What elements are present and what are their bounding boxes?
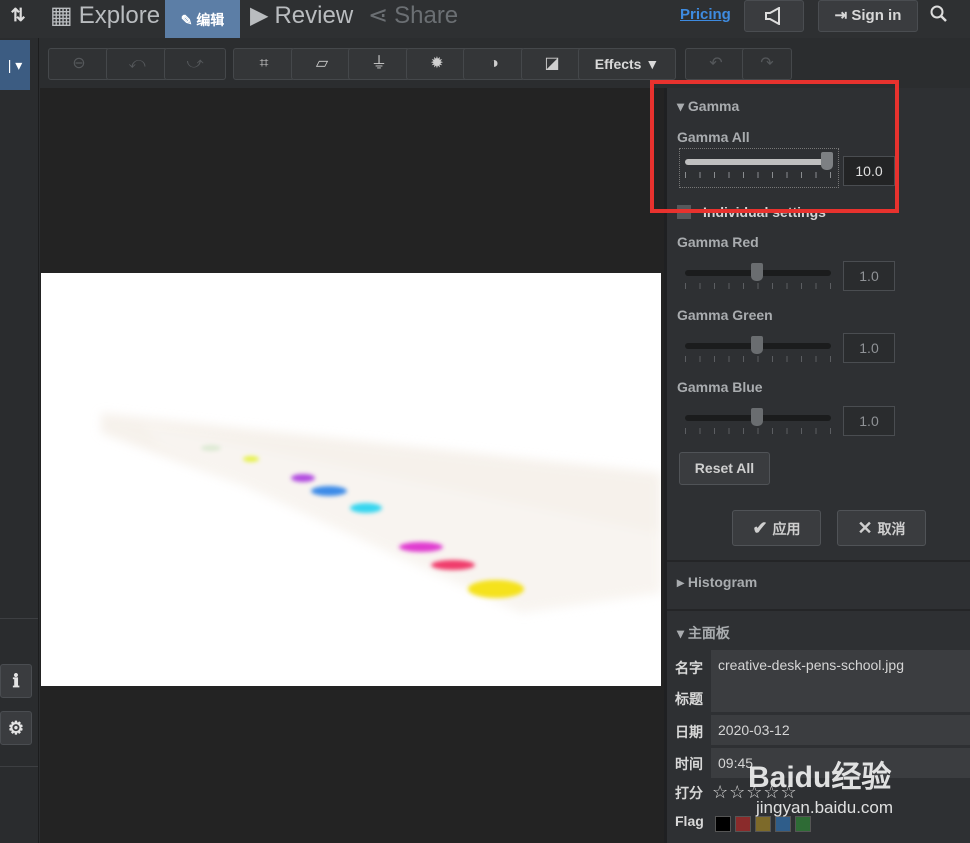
main-panel-section-header[interactable]: ▾ 主面板 bbox=[677, 623, 730, 643]
name-label: 名字 bbox=[675, 660, 703, 676]
tab-explore-label: Explore bbox=[78, 2, 161, 29]
play-icon: ▶ bbox=[250, 2, 269, 29]
close-icon: ✕ bbox=[857, 518, 878, 538]
gamma-red-value[interactable]: 1.0 bbox=[843, 261, 895, 291]
tab-review[interactable]: ▶ Review bbox=[250, 0, 353, 38]
contrast-button[interactable]: ◑ bbox=[463, 48, 525, 80]
contrast-icon: ◑ bbox=[489, 55, 499, 72]
sign-in-button[interactable]: ⇥ Sign in bbox=[818, 0, 918, 32]
cancel-label: 取消 bbox=[877, 521, 906, 537]
info-button[interactable]: ℹ bbox=[0, 664, 32, 698]
crop-icon: ⌗ bbox=[259, 55, 269, 72]
straighten-button[interactable]: ⏚ bbox=[348, 48, 410, 80]
pencils-image bbox=[41, 273, 661, 686]
delete-button[interactable]: ⊖ bbox=[48, 48, 110, 80]
level-icon: ⏚ bbox=[370, 55, 387, 72]
tab-edit[interactable]: ✎ 编辑 bbox=[165, 0, 240, 38]
apply-label: 应用 bbox=[772, 521, 801, 537]
caption-label: 标题 bbox=[675, 691, 703, 707]
gamma-red-slider[interactable] bbox=[685, 263, 833, 293]
tab-share[interactable]: ⋖ Share bbox=[368, 0, 458, 38]
slider-thumb[interactable] bbox=[751, 263, 763, 281]
highlight-box bbox=[650, 80, 899, 213]
flag-label: Flag bbox=[675, 813, 704, 829]
gamma-green-value[interactable]: 1.0 bbox=[843, 333, 895, 363]
watermark-brand: Baidu经验 bbox=[748, 761, 892, 794]
redo-button[interactable]: ↷ bbox=[742, 48, 792, 80]
sidebar-divider bbox=[0, 766, 38, 767]
section-divider bbox=[667, 560, 970, 562]
rating-label: 打分 bbox=[675, 785, 703, 801]
gear-icon: ⚙ bbox=[7, 718, 25, 738]
perspective-button[interactable]: ▱ bbox=[291, 48, 353, 80]
date-label: 日期 bbox=[675, 724, 703, 740]
baidu-watermark: Baidu经验 jingyan.baidu.com bbox=[748, 738, 948, 824]
slider-thumb[interactable] bbox=[751, 408, 763, 426]
perspective-icon: ▱ bbox=[315, 55, 329, 72]
tab-share-label: Share bbox=[394, 2, 459, 29]
triangle-down-icon: ▾ bbox=[677, 625, 688, 641]
pencil-icon: ✎ bbox=[180, 12, 197, 28]
apply-button[interactable]: ✔ 应用 bbox=[732, 510, 821, 546]
slider-ticks bbox=[685, 283, 831, 289]
crop-button[interactable]: ⌗ bbox=[233, 48, 295, 80]
share-icon: ⋖ bbox=[368, 2, 389, 29]
announcements-button[interactable] bbox=[744, 0, 804, 32]
sort-arrows-icon[interactable]: ⇅ bbox=[0, 0, 36, 30]
effects-button[interactable]: Effects ▼ bbox=[578, 48, 676, 80]
rotate-right-icon: ⤻ bbox=[186, 55, 204, 72]
search-icon[interactable] bbox=[930, 5, 952, 27]
pricing-link[interactable]: Pricing bbox=[680, 6, 731, 23]
sun-icon: ✹ bbox=[430, 55, 444, 72]
exposure-button[interactable]: ◪ bbox=[521, 48, 583, 80]
name-field[interactable]: creative-desk-pens-school.jpg bbox=[711, 650, 970, 712]
info-icon: ℹ bbox=[12, 671, 20, 691]
slider-ticks bbox=[685, 428, 831, 434]
cancel-button[interactable]: ✕ 取消 bbox=[837, 510, 926, 546]
sign-in-label: Sign in bbox=[851, 7, 902, 24]
redo-icon: ↷ bbox=[760, 55, 774, 72]
sidebar-divider bbox=[0, 618, 38, 619]
main-panel-title: 主面板 bbox=[687, 625, 730, 641]
tab-review-label: Review bbox=[274, 2, 354, 29]
check-icon: ✔ bbox=[752, 518, 773, 538]
undo-icon: ↶ bbox=[709, 55, 723, 72]
rotate-left-button[interactable]: ⤺ bbox=[106, 48, 168, 80]
slider-ticks bbox=[685, 356, 831, 362]
gamma-green-slider[interactable] bbox=[685, 336, 833, 366]
gamma-blue-label: Gamma Blue bbox=[677, 379, 763, 395]
watermark-url: jingyan.baidu.com bbox=[756, 798, 894, 817]
histogram-title: Histogram bbox=[687, 574, 758, 590]
triangle-right-icon: ▸ bbox=[677, 574, 688, 590]
settings-button[interactable]: ⚙ bbox=[0, 711, 32, 745]
reset-all-button[interactable]: Reset All bbox=[679, 452, 770, 485]
time-label: 时间 bbox=[675, 756, 703, 772]
photo-preview[interactable] bbox=[41, 273, 661, 686]
grid-icon: ▦ bbox=[50, 2, 73, 29]
gamma-blue-value[interactable]: 1.0 bbox=[843, 406, 895, 436]
chevron-down-icon: | ▾ bbox=[7, 57, 23, 73]
megaphone-icon bbox=[765, 6, 780, 26]
section-divider bbox=[667, 609, 970, 611]
tab-explore[interactable]: ▦ Explore bbox=[50, 0, 160, 38]
gamma-red-label: Gamma Red bbox=[677, 234, 759, 250]
mode-dropdown[interactable]: | ▾ bbox=[0, 40, 30, 90]
brightness-button[interactable]: ✹ bbox=[406, 48, 468, 80]
rotate-right-button[interactable]: ⤻ bbox=[164, 48, 226, 80]
top-nav-bar: ⇅ ▦ Explore ✎ 编辑 ▶ Review ⋖ Share Pricing ⇥… bbox=[0, 0, 970, 38]
histogram-section-header[interactable]: ▸ Histogram bbox=[677, 574, 757, 591]
minus-circle-icon: ⊖ bbox=[72, 55, 86, 72]
gamma-blue-slider[interactable] bbox=[685, 408, 833, 438]
rotate-left-icon: ⤺ bbox=[128, 55, 146, 72]
tab-edit-label: 编辑 bbox=[196, 12, 225, 28]
undo-button[interactable]: ↶ bbox=[685, 48, 747, 80]
sign-in-icon: ⇥ bbox=[834, 7, 852, 24]
gamma-green-label: Gamma Green bbox=[677, 307, 773, 323]
slider-thumb[interactable] bbox=[751, 336, 763, 354]
flag-swatch[interactable] bbox=[715, 816, 731, 832]
exposure-icon: ◪ bbox=[544, 55, 560, 72]
